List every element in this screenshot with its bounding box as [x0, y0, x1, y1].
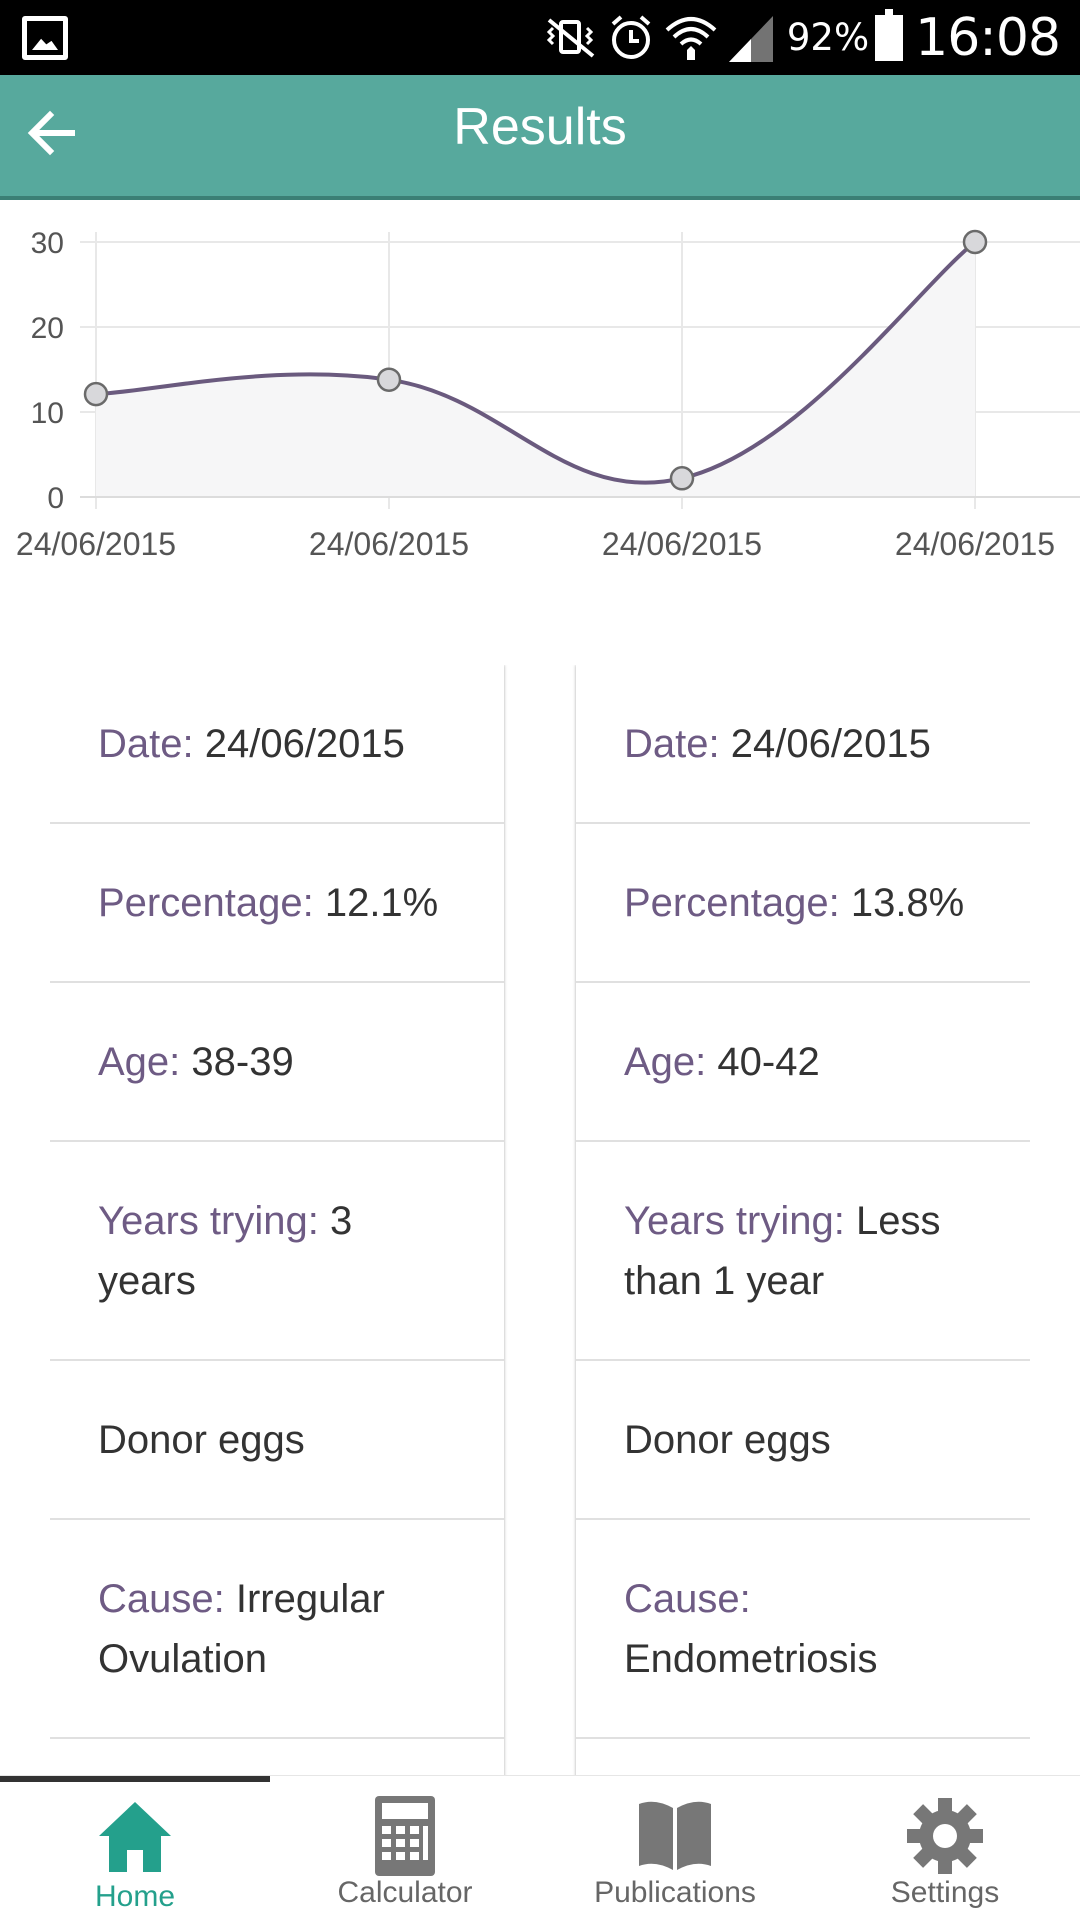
- age-value: 38-39: [191, 1039, 294, 1084]
- signal-icon: [721, 0, 781, 75]
- x-tick-label: 24/06/2015: [895, 526, 1055, 562]
- nav-publications[interactable]: Publications: [540, 1776, 810, 1920]
- cause-row: Cause: Endometriosis: [576, 1520, 1030, 1739]
- series-area: [96, 242, 975, 497]
- cause-value: Endometriosis: [624, 1636, 878, 1681]
- alarm-icon: [601, 0, 661, 75]
- next-row: [576, 1739, 1030, 1775]
- y-tick-label: 30: [31, 227, 64, 260]
- nav-calculator-label: Calculator: [337, 1876, 473, 1909]
- treatment-row: Donor eggs: [576, 1361, 1030, 1520]
- age-value: 40-42: [717, 1039, 820, 1084]
- y-tick-label: 20: [31, 312, 64, 345]
- wifi-icon: [661, 0, 721, 75]
- percentage-label: Percentage:: [624, 880, 851, 925]
- nav-home[interactable]: Home: [0, 1776, 270, 1920]
- next-row: [50, 1739, 504, 1775]
- age-row: Age: 38-39: [50, 983, 504, 1142]
- x-tick-label: 24/06/2015: [602, 526, 762, 562]
- x-tick-label: 24/06/2015: [309, 526, 469, 562]
- status-clock: 16:08: [915, 7, 1061, 68]
- cause-row: Cause: Irregular Ovulation: [50, 1520, 504, 1739]
- battery-charging-icon: [875, 8, 904, 61]
- treatment-row: Donor eggs: [50, 1361, 504, 1520]
- nav-calculator[interactable]: Calculator: [270, 1776, 540, 1920]
- home-icon: [95, 1796, 175, 1876]
- nav-home-label: Home: [94, 1880, 176, 1913]
- age-row: Age: 40-42: [576, 983, 1030, 1142]
- x-tick-label: 24/06/2015: [16, 526, 176, 562]
- treatment-value: Donor eggs: [98, 1417, 305, 1462]
- date-value: 24/06/2015: [730, 721, 931, 766]
- result-card[interactable]: Date: 24/06/2015 Percentage: 12.1% Age: …: [50, 665, 504, 1775]
- nav-settings-label: Settings: [890, 1876, 1000, 1909]
- percentage-value: 13.8%: [850, 880, 965, 925]
- status-icons: 92% 16:08: [541, 0, 1080, 75]
- results-cards: Date: 24/06/2015 Percentage: 12.1% Age: …: [50, 665, 1030, 1775]
- result-card[interactable]: Date: 24/06/2015 Percentage: 13.8% Age: …: [576, 665, 1030, 1775]
- percentage-value: 12.1%: [324, 880, 439, 925]
- data-point: [669, 466, 695, 491]
- book-icon: [635, 1796, 715, 1876]
- age-label: Age:: [624, 1039, 718, 1084]
- years-trying-row: Years trying: 3 years: [50, 1142, 504, 1361]
- data-point: [376, 367, 402, 392]
- status-bar: 92% 16:08: [0, 0, 1080, 75]
- app-bar: Results: [0, 75, 1080, 200]
- battery-percentage: 92%: [786, 16, 870, 59]
- cause-label: Cause:: [624, 1576, 751, 1621]
- years-trying-row: Years trying: Less than 1 year: [576, 1142, 1030, 1361]
- chart-svg: 0 10 20 30 24/06/2015 24/06/2015 24/06/2015 24/…: [16, 227, 1080, 562]
- bottom-nav: Home Calculator Publications Settings: [0, 1775, 1080, 1920]
- y-tick-label: 10: [31, 397, 64, 430]
- gear-icon: [905, 1796, 985, 1876]
- data-point: [962, 229, 988, 255]
- nav-settings[interactable]: Settings: [810, 1776, 1080, 1920]
- results-chart: 0 10 20 30 24/06/2015 24/06/2015 24/06/2015 24/…: [0, 210, 1080, 580]
- vibrate-icon: [541, 0, 601, 75]
- years-trying-label: Years trying:: [98, 1198, 330, 1243]
- page-title: Results: [453, 98, 627, 156]
- date-row: Date: 24/06/2015: [576, 665, 1030, 824]
- percentage-row: Percentage: 12.1%: [50, 824, 504, 983]
- gallery-icon: [22, 16, 68, 60]
- years-trying-label: Years trying:: [624, 1198, 856, 1243]
- percentage-label: Percentage:: [98, 880, 325, 925]
- date-row: Date: 24/06/2015: [50, 665, 504, 824]
- nav-publications-label: Publications: [594, 1876, 756, 1909]
- y-tick-label: 0: [47, 482, 64, 515]
- cause-label: Cause:: [98, 1576, 236, 1621]
- date-label: Date:: [98, 721, 205, 766]
- percentage-row: Percentage: 13.8%: [576, 824, 1030, 983]
- date-label: Date:: [624, 721, 731, 766]
- date-value: 24/06/2015: [204, 721, 405, 766]
- treatment-value: Donor eggs: [624, 1417, 831, 1462]
- calculator-icon: [365, 1796, 445, 1876]
- data-point: [83, 381, 109, 407]
- age-label: Age:: [98, 1039, 192, 1084]
